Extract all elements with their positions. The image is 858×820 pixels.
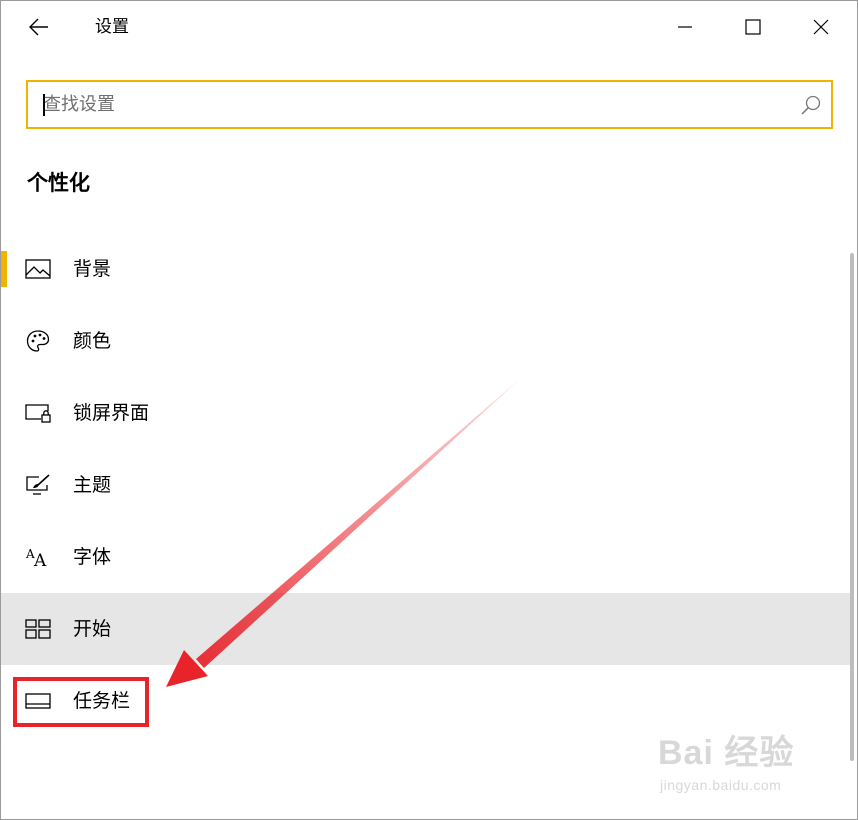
font-icon: AA bbox=[25, 545, 51, 569]
watermark: Bai 经验 jingyan.baidu.com bbox=[656, 725, 816, 805]
back-button[interactable] bbox=[25, 13, 53, 41]
nav-item-fonts[interactable]: AA 字体 bbox=[1, 521, 853, 593]
annotation-highlight-box bbox=[13, 677, 149, 727]
nav-item-lock-screen[interactable]: 锁屏界面 bbox=[1, 377, 853, 449]
nav-item-themes[interactable]: 主题 bbox=[1, 449, 853, 521]
window-title: 设置 bbox=[95, 17, 129, 37]
palette-icon bbox=[25, 329, 51, 353]
minimize-icon bbox=[678, 26, 692, 28]
maximize-button[interactable] bbox=[731, 11, 775, 43]
start-tiles-icon bbox=[25, 617, 51, 641]
nav-item-label: 锁屏界面 bbox=[73, 402, 150, 424]
nav-item-start[interactable]: 开始 bbox=[1, 593, 853, 665]
scrollbar-thumb[interactable] bbox=[850, 253, 854, 761]
nav-item-label: 字体 bbox=[73, 546, 112, 568]
maximize-icon bbox=[745, 19, 761, 35]
search-box[interactable] bbox=[26, 80, 833, 129]
nav-item-label: 背景 bbox=[73, 258, 112, 280]
lock-screen-icon bbox=[25, 401, 51, 425]
svg-text:A: A bbox=[33, 551, 47, 569]
back-arrow-icon bbox=[29, 18, 48, 36]
picture-icon bbox=[25, 257, 51, 281]
section-title: 个性化 bbox=[27, 171, 90, 195]
close-button[interactable] bbox=[799, 11, 843, 43]
selection-indicator bbox=[1, 251, 7, 287]
text-caret bbox=[43, 94, 45, 116]
theme-brush-icon bbox=[25, 473, 51, 497]
close-icon bbox=[813, 19, 829, 35]
nav-item-label: 主题 bbox=[73, 474, 112, 496]
watermark-url: jingyan.baidu.com bbox=[660, 777, 782, 793]
nav-list: 背景 颜色 锁屏界面 主题 AA 字体 开始 任务栏 bbox=[1, 233, 853, 737]
nav-item-label: 颜色 bbox=[73, 330, 112, 352]
nav-item-label: 开始 bbox=[73, 618, 112, 640]
watermark-brand: Bai 经验 bbox=[658, 734, 795, 772]
search-icon[interactable] bbox=[800, 94, 822, 116]
nav-item-background[interactable]: 背景 bbox=[1, 233, 853, 305]
search-input[interactable] bbox=[43, 82, 783, 127]
minimize-button[interactable] bbox=[663, 11, 707, 43]
nav-item-colors[interactable]: 颜色 bbox=[1, 305, 853, 377]
